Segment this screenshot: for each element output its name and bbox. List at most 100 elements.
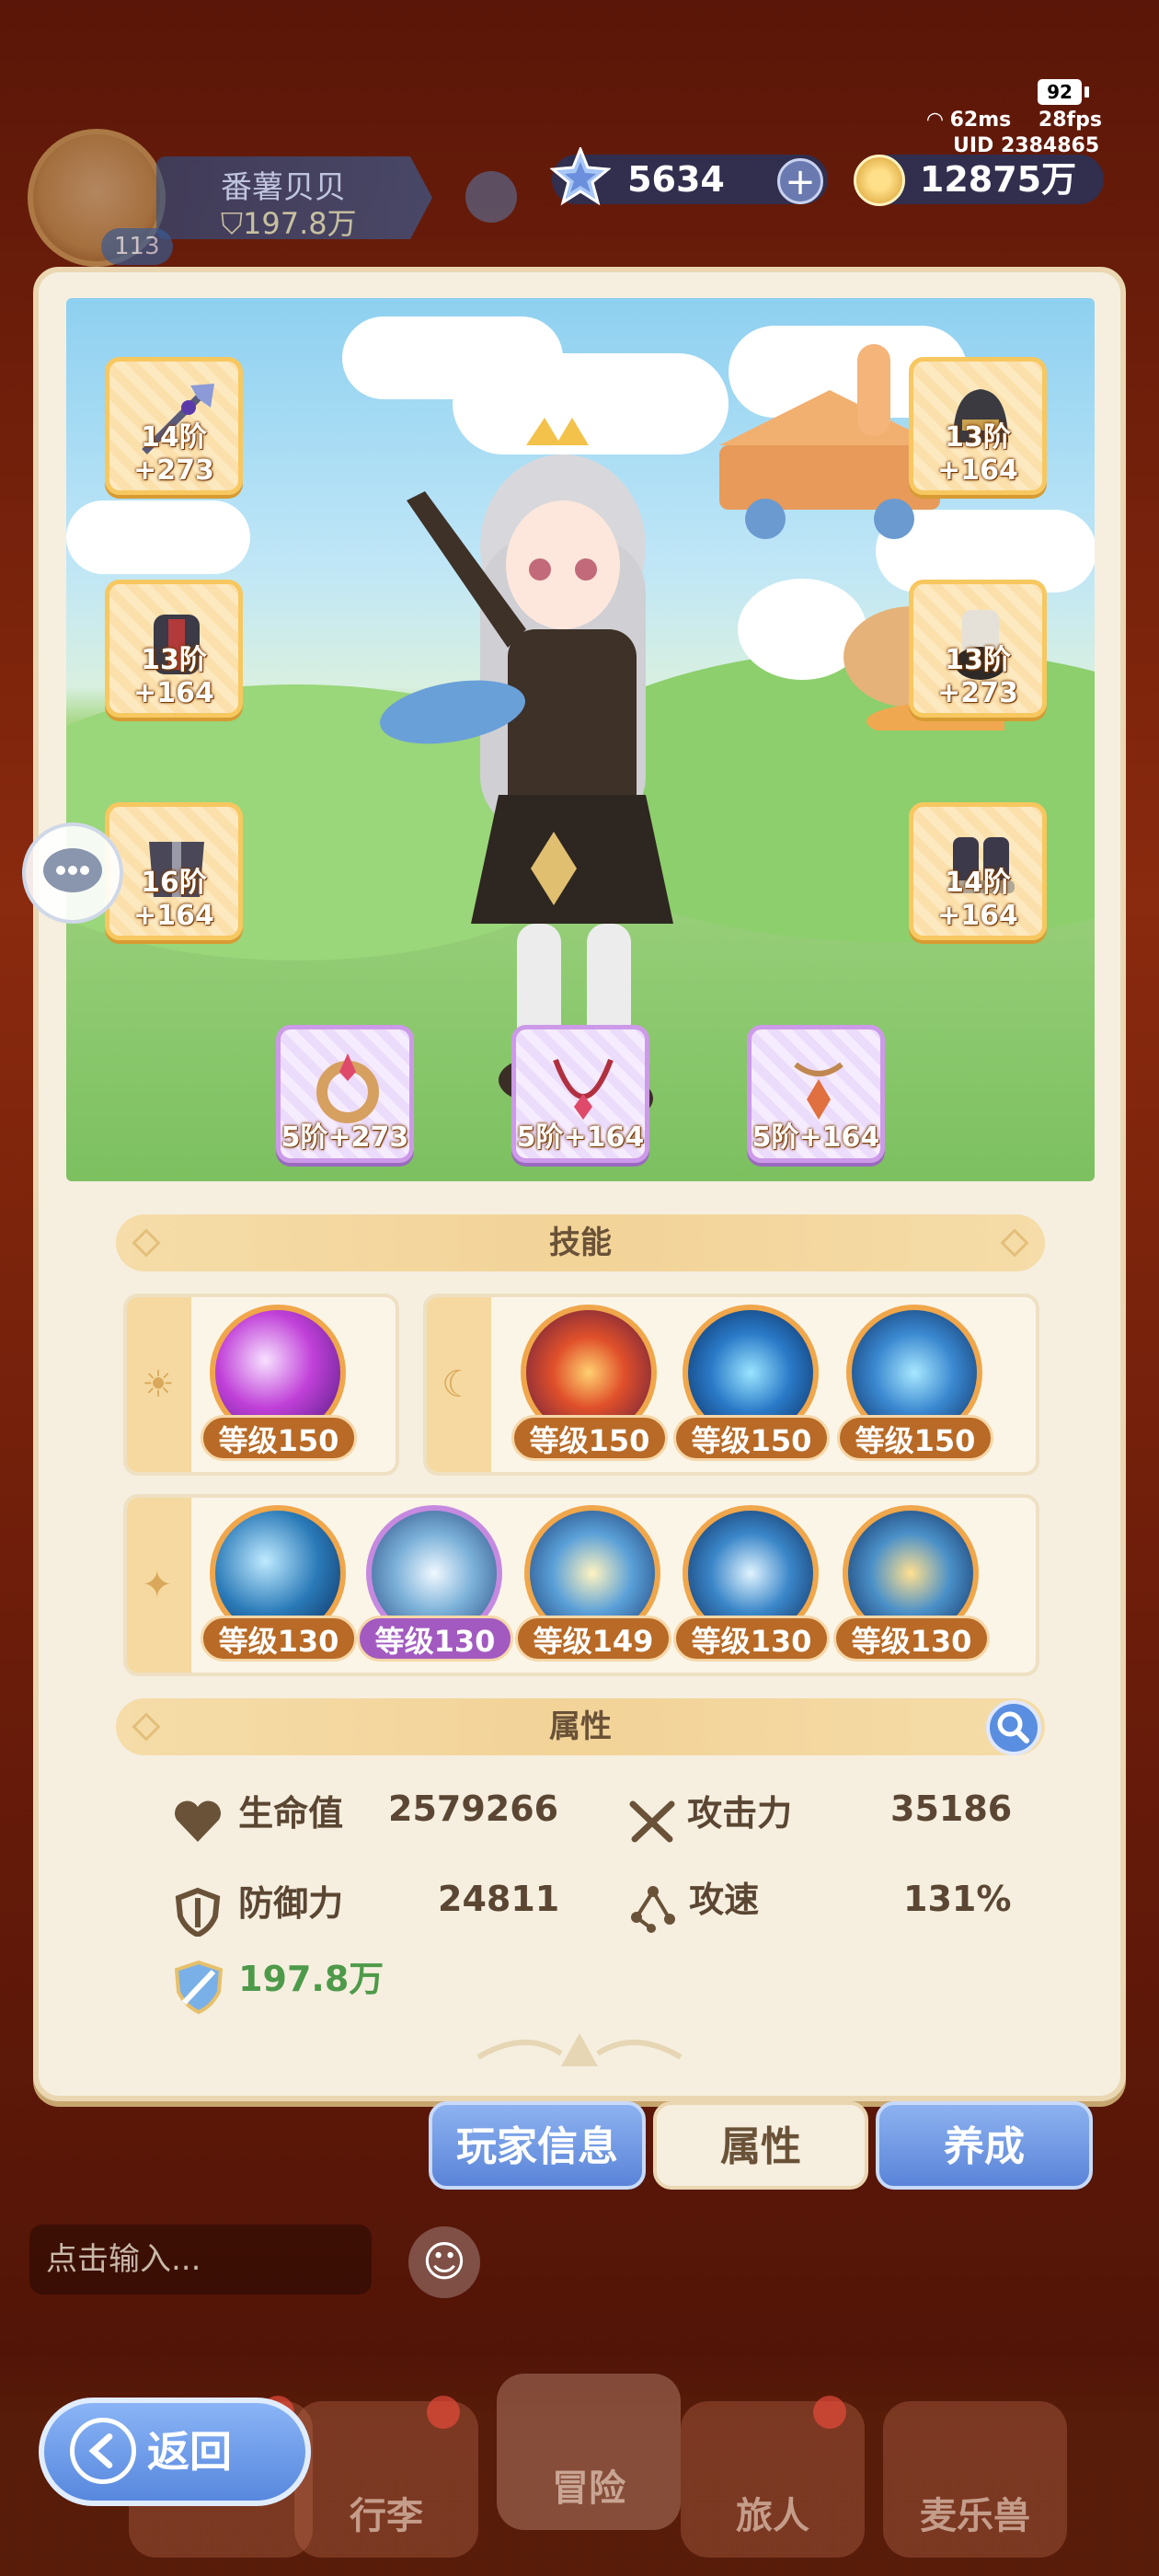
gem-amount: 5634 <box>627 159 725 200</box>
search-icon <box>997 1711 1029 1743</box>
skill-level: 等级130 <box>201 1616 357 1662</box>
nav-adventure-label: 冒险 <box>552 2467 625 2510</box>
shield-icon: ⛉ <box>221 206 244 241</box>
equip-slot-gauntlet[interactable]: 13阶+273 <box>909 580 1047 718</box>
attribute-detail-button[interactable] <box>986 1700 1041 1755</box>
player-level-badge: 113 <box>101 228 173 265</box>
nav-travelers-label: 旅人 <box>736 2495 809 2537</box>
diamond-ornament-icon <box>1000 1228 1029 1258</box>
guild-icon[interactable] <box>465 171 517 223</box>
speed-value: 131% <box>903 1879 1012 1919</box>
chat-bubble-icon <box>43 848 102 892</box>
player-power: ⛉197.8万 <box>221 201 357 243</box>
equip-level-label: 5阶+164 <box>752 1121 880 1154</box>
skill-slot[interactable]: 等级130 <box>357 1505 513 1662</box>
skill-slot[interactable]: 等级150 <box>511 1305 668 1461</box>
ping-text: 62ms <box>949 109 1012 132</box>
skill-slot[interactable]: 等级150 <box>673 1305 830 1461</box>
add-gems-button[interactable]: + <box>777 158 823 204</box>
player-card[interactable]: 番薯贝贝 ⛉197.8万 113 <box>28 129 432 267</box>
equip-level-label: 13阶+273 <box>937 644 1018 709</box>
skill-slot[interactable]: 等级130 <box>201 1505 357 1662</box>
tab-attributes[interactable]: 属性 <box>653 2101 868 2190</box>
attributes-title: 属性 <box>549 1708 612 1745</box>
emoji-button[interactable]: ☺ <box>408 2226 480 2298</box>
skill-group-tab: ☀ <box>127 1297 191 1472</box>
heart-icon <box>175 1800 221 1842</box>
star-icon: ✦ <box>142 1564 173 1606</box>
tab-develop[interactable]: 养成 <box>876 2101 1093 2190</box>
equip-level-label: 5阶+164 <box>516 1121 645 1154</box>
chat-input[interactable]: 点击输入... <box>29 2225 372 2294</box>
nav-travelers[interactable]: 旅人 <box>681 2396 865 2558</box>
def-label: 防御力 <box>238 1883 344 1924</box>
skill-level: 等级130 <box>673 1616 830 1662</box>
skill-level: 等级130 <box>357 1616 513 1662</box>
def-value: 24811 <box>438 1879 560 1919</box>
equip-level-label: 14阶+273 <box>133 421 214 487</box>
combat-power-row: 197.8万 <box>171 1950 384 2016</box>
skill-level: 等级150 <box>511 1415 668 1461</box>
equip-level-label: 5阶+273 <box>281 1121 409 1154</box>
battery-indicator: 92 <box>1038 79 1089 105</box>
smiley-icon: ☺ <box>422 2237 466 2286</box>
skill-group-tab: ☾ <box>427 1297 491 1472</box>
equip-slot-weapon[interactable]: 14阶+273 <box>105 357 243 495</box>
shield-defense-icon <box>175 1887 221 1938</box>
skill-level: 等级150 <box>837 1415 993 1461</box>
attack-speed-icon <box>631 1885 675 1933</box>
skill-slot[interactable]: 等级150 <box>201 1305 357 1461</box>
speed-row: 攻速 <box>627 1871 759 1934</box>
tab-player-info[interactable]: 玩家信息 <box>429 2101 646 2190</box>
equip-slot-necklace[interactable]: 5阶+164 <box>511 1025 649 1163</box>
wifi-icon: ◠ <box>927 109 950 132</box>
skill-level: 等级130 <box>833 1616 990 1662</box>
diamond-ornament-icon <box>132 1712 161 1742</box>
hp-value: 2579266 <box>388 1788 559 1829</box>
equip-slot-ring[interactable]: 5阶+273 <box>276 1025 414 1163</box>
fps-text: 28fps <box>1038 109 1102 132</box>
panel-ornament-icon <box>476 2033 683 2066</box>
crossed-swords-icon <box>629 1800 675 1842</box>
equip-level-label: 13阶+164 <box>937 421 1018 487</box>
notification-dot <box>813 2396 846 2429</box>
nav-adventure[interactable]: 冒险 <box>497 2374 681 2530</box>
skills-header: 技能 <box>116 1214 1045 1271</box>
skill-slot[interactable]: 等级130 <box>673 1505 830 1662</box>
def-row: 防御力 <box>173 1875 344 1938</box>
back-arrow-icon <box>70 2418 136 2484</box>
sun-icon: ☀ <box>142 1363 175 1406</box>
equip-level-label: 16阶+164 <box>133 867 214 932</box>
coin-icon <box>854 155 905 206</box>
skill-slot[interactable]: 等级149 <box>515 1505 671 1662</box>
equip-slot-charm[interactable]: 5阶+164 <box>747 1025 885 1163</box>
player-power-value: 197.8万 <box>243 206 357 241</box>
nav-luggage[interactable]: 行李 <box>294 2396 478 2558</box>
nav-luggage-label: 行李 <box>350 2495 423 2537</box>
network-status: ◠ 62ms 28fps <box>927 109 1102 132</box>
skill-level: 等级150 <box>673 1415 830 1461</box>
atk-value: 35186 <box>890 1788 1013 1829</box>
skill-slot[interactable]: 等级150 <box>837 1305 993 1461</box>
equip-slot-boots[interactable]: 14阶+164 <box>909 802 1047 940</box>
speed-label: 攻速 <box>689 1880 760 1920</box>
gold-amount: 12875万 <box>919 159 1077 200</box>
skills-title: 技能 <box>549 1225 612 1261</box>
equip-level-label: 13阶+164 <box>133 644 214 709</box>
nav-pets-label: 麦乐兽 <box>920 2495 1030 2537</box>
skill-group-tab: ✦ <box>127 1498 191 1673</box>
sword-shield-icon <box>174 1960 224 2014</box>
nav-pets[interactable]: 麦乐兽 <box>883 2401 1067 2558</box>
equip-slot-armor[interactable]: 13阶+164 <box>105 580 243 718</box>
equip-slot-helmet[interactable]: 13阶+164 <box>909 357 1047 495</box>
equip-level-label: 14阶+164 <box>937 867 1018 932</box>
diamond-ornament-icon <box>132 1228 161 1258</box>
skill-slot[interactable]: 等级130 <box>833 1505 990 1662</box>
hp-label: 生命值 <box>238 1793 344 1834</box>
skill-level: 等级149 <box>515 1616 671 1662</box>
moon-icon: ☾ <box>442 1363 475 1406</box>
combat-power-value: 197.8万 <box>238 1959 384 1999</box>
equip-slot-legs[interactable]: 16阶+164 <box>105 802 243 940</box>
atk-label: 攻击力 <box>687 1793 793 1834</box>
chat-bubble-button[interactable] <box>22 822 123 924</box>
